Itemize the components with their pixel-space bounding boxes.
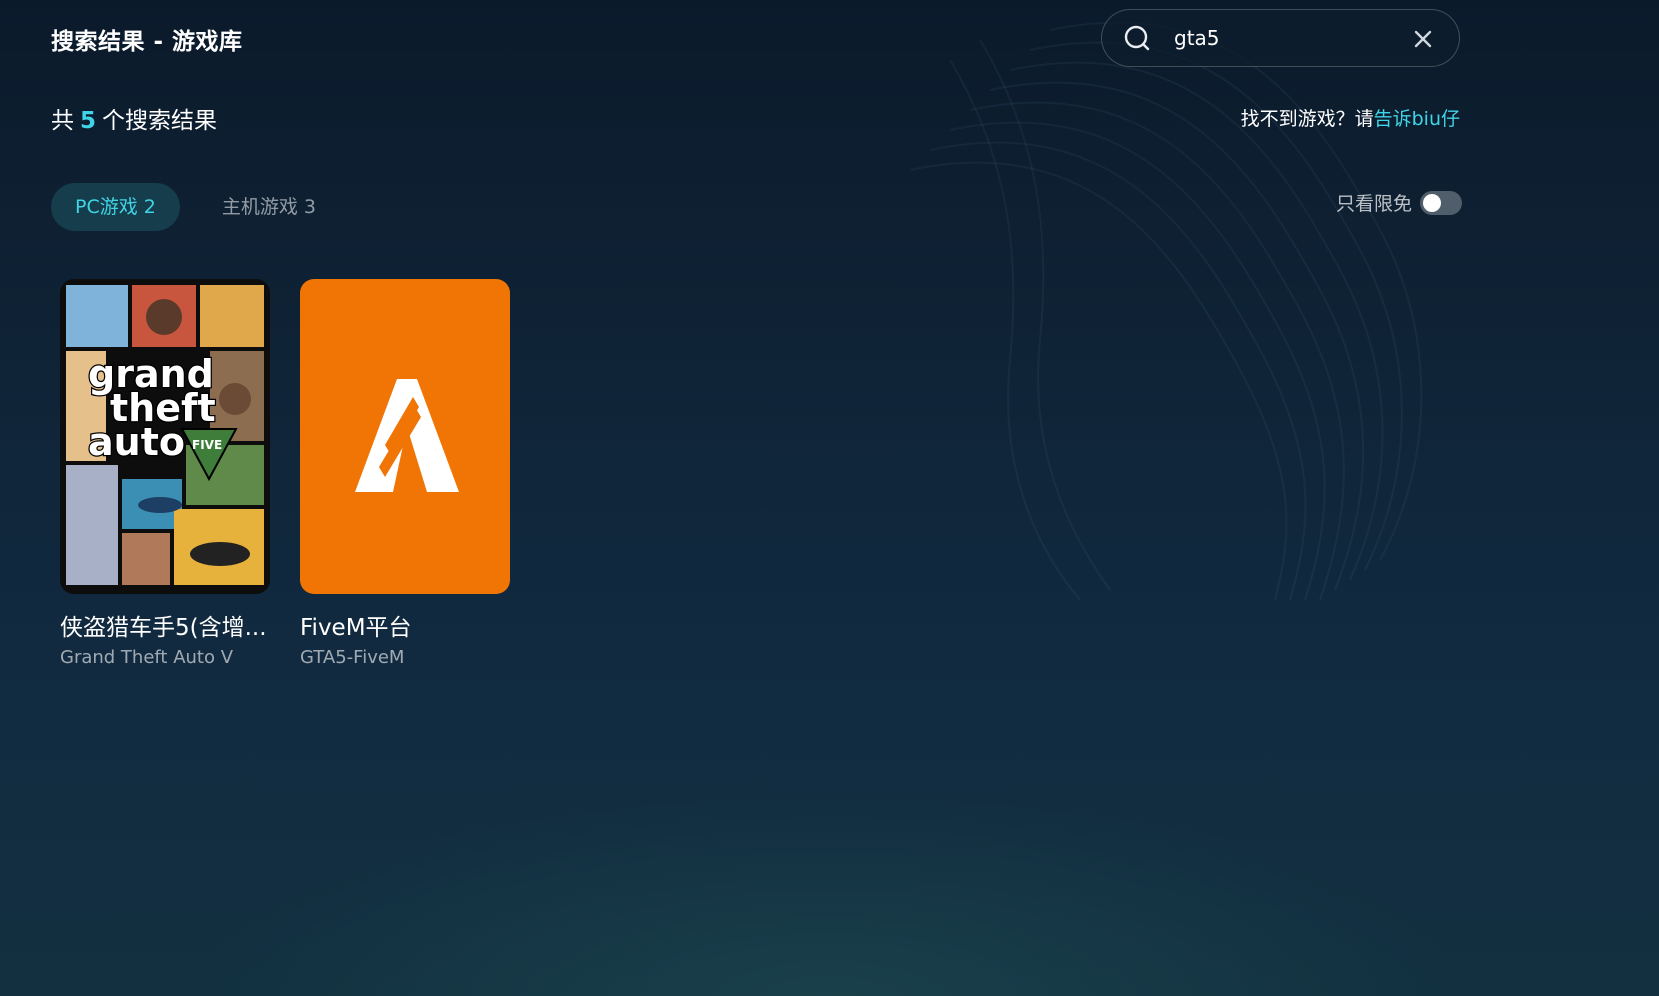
category-tabs: PC游戏 2 主机游戏 3 [51, 183, 358, 231]
page-title: 搜索结果 - 游戏库 [51, 29, 243, 55]
game-grid: grand theft auto FIVE 侠盗猎车手5(含增... Grand… [60, 279, 540, 668]
game-card-fivem[interactable]: FiveM平台 GTA5-FiveM [300, 279, 510, 668]
gta5-cover-art: grand theft auto FIVE [60, 279, 270, 594]
search-icon [1124, 25, 1150, 51]
close-icon[interactable] [1412, 28, 1434, 50]
result-count-suffix: 个搜索结果 [102, 108, 218, 134]
game-subtitle: GTA5-FiveM [300, 647, 405, 668]
cover-text-auto: auto [88, 420, 185, 464]
game-subtitle: Grand Theft Auto V [60, 647, 234, 668]
search-input[interactable] [1174, 22, 1374, 54]
game-title[interactable]: FiveM平台 [300, 608, 510, 642]
game-title[interactable]: 侠盗猎车手5(含增... [60, 608, 270, 642]
tab-pc-games[interactable]: PC游戏 2 [51, 183, 180, 231]
game-card-gta5[interactable]: grand theft auto FIVE 侠盗猎车手5(含增... Grand… [60, 279, 270, 668]
background-decoration [909, 21, 1423, 600]
result-count-prefix: 共 [51, 108, 74, 134]
free-only-label: 只看限免 [1335, 193, 1412, 215]
free-only-filter: 只看限免 [1336, 189, 1462, 216]
result-count: 共 5 个搜索结果 [51, 101, 217, 135]
tell-biuzai-link[interactable]: 告诉biu仔 [1374, 108, 1460, 130]
cant-find-hint: 找不到游戏？请告诉biu仔 [1241, 104, 1460, 131]
toggle-knob [1423, 193, 1441, 212]
result-count-number: 5 [80, 108, 97, 134]
search-box[interactable] [1101, 9, 1460, 67]
cant-find-text: 找不到游戏？请 [1240, 108, 1374, 130]
free-only-toggle[interactable] [1420, 190, 1462, 215]
tab-console-games[interactable]: 主机游戏 3 [198, 183, 340, 231]
fivem-logo-icon [355, 378, 459, 492]
cover-badge-five: FIVE [192, 438, 222, 452]
game-cover-gta5[interactable]: grand theft auto FIVE [60, 279, 270, 594]
game-cover-fivem[interactable] [300, 279, 510, 594]
